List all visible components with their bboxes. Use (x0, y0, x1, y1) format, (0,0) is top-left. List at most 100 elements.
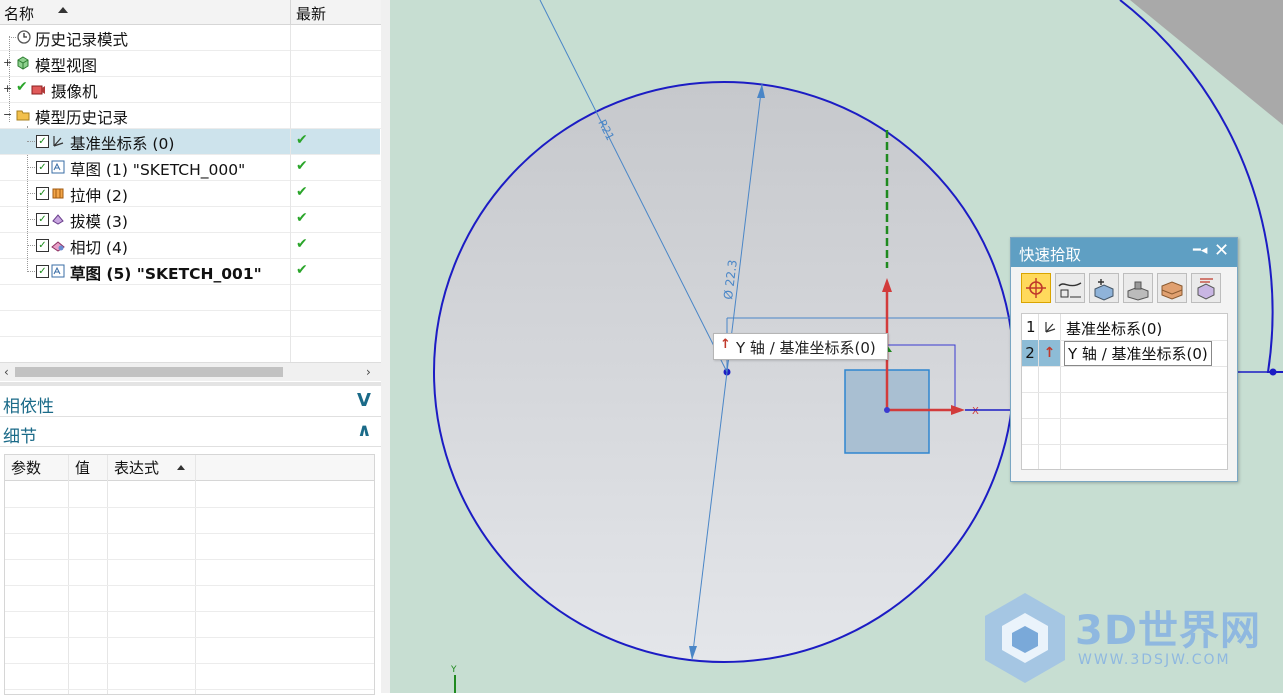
component-filter-icon (1197, 278, 1215, 300)
scroll-right-icon[interactable]: › (366, 365, 371, 379)
tree-guide (27, 141, 35, 142)
filter-feature-button[interactable] (1157, 273, 1187, 303)
column-divider[interactable] (290, 0, 291, 24)
details-section-header[interactable]: 细节 ∧ (0, 418, 381, 447)
folder-open-icon (16, 110, 30, 121)
model-face[interactable] (1130, 0, 1283, 125)
visibility-checkbox[interactable]: ✓ (36, 265, 49, 278)
table-row (5, 585, 374, 612)
tree-guide (27, 245, 35, 246)
table-row (5, 533, 374, 560)
column-header-name[interactable]: 名称 (4, 3, 34, 24)
extrude-icon (52, 188, 64, 199)
camera-icon (31, 85, 45, 95)
visibility-checkbox[interactable]: ✓ (36, 213, 49, 226)
body-filter-icon (1094, 279, 1114, 301)
face-filter-icon (1127, 281, 1149, 301)
tree-node-history-mode[interactable]: 历史记录模式 (0, 25, 381, 51)
table-row (5, 637, 374, 664)
column-header-blank (196, 455, 374, 481)
tree-empty-row (0, 311, 381, 337)
column-divider (290, 311, 291, 337)
expand-icon[interactable]: + (3, 57, 12, 68)
tree-node-label: 模型视图 (35, 57, 98, 75)
tree-node-extrude[interactable]: ✓ 拉伸 (2) ✔ (0, 181, 381, 207)
draft-icon (52, 214, 64, 225)
curve-filter-icon (1058, 282, 1082, 298)
tree-empty-row (0, 337, 381, 363)
column-divider (290, 233, 291, 259)
tree-node-label: 拔模 (3) (70, 213, 128, 231)
tree-node-label: 拉伸 (2) (70, 187, 128, 205)
horizontal-scrollbar[interactable]: ‹ › (0, 362, 381, 381)
sort-ascending-icon[interactable] (177, 465, 185, 470)
expand-icon[interactable]: + (3, 83, 12, 94)
filter-face-button[interactable] (1123, 273, 1153, 303)
latest-check-icon: ✔ (296, 184, 308, 200)
list-item-empty (1022, 418, 1227, 445)
column-divider (290, 337, 291, 363)
dialog-titlebar[interactable]: 快速拾取 ━◂ ✕ (1011, 238, 1237, 267)
filter-component-button[interactable] (1191, 273, 1221, 303)
column-divider (290, 51, 291, 77)
tree-node-label: 历史记录模式 (35, 31, 129, 49)
dependencies-title: 相依性 (3, 397, 54, 417)
tree-node-sketch-000[interactable]: ✓ 草图 (1) "SKETCH_000" ✔ (0, 155, 381, 181)
tree-node-model-history[interactable]: − 模型历史记录 (0, 103, 381, 129)
latest-check-icon: ✔ (296, 210, 308, 226)
visibility-checkbox[interactable]: ✓ (36, 135, 49, 148)
tree-node-cameras[interactable]: + ✔ 摄像机 (0, 77, 381, 103)
pin-icon[interactable]: ━◂ (1193, 243, 1207, 258)
collapse-icon[interactable]: − (3, 109, 12, 120)
triad-y-label: Y (450, 665, 457, 675)
latest-check-icon: ✔ (296, 236, 308, 252)
filter-curve-button[interactable] (1055, 273, 1085, 303)
latest-check-icon: ✔ (296, 132, 308, 148)
x-axis-label: X (972, 406, 979, 417)
table-row (5, 481, 374, 508)
model-view-icon (17, 56, 29, 70)
y-axis-icon: ↑ (1039, 340, 1060, 366)
column-divider (290, 103, 291, 129)
tree-node-label: 草图 (5) "SKETCH_001" (70, 265, 262, 283)
list-item[interactable]: 1 基准坐标系(0) (1022, 314, 1227, 341)
scrollbar-thumb[interactable] (15, 367, 283, 377)
table-row (5, 559, 374, 586)
scroll-left-icon[interactable]: ‹ (4, 365, 9, 379)
watermark: 3D世界网 WWW.3DSJW.COM (980, 588, 1280, 688)
column-header-latest[interactable]: 最新 (296, 3, 326, 24)
list-item-selected[interactable]: 2 ↑ Y 轴 / 基准坐标系(0) (1022, 340, 1227, 367)
tree-node-draft[interactable]: ✓ 拔模 (3) ✔ (0, 207, 381, 233)
chevron-down-icon[interactable]: V (357, 390, 371, 411)
resource-bar-separator[interactable] (381, 0, 390, 693)
visibility-checkbox[interactable]: ✓ (36, 187, 49, 200)
sort-ascending-icon[interactable] (58, 7, 68, 13)
list-item-empty (1022, 366, 1227, 393)
visibility-checkbox[interactable]: ✓ (36, 239, 49, 252)
tree-node-label: 基准坐标系 (0) (70, 135, 175, 153)
tree-node-model-views[interactable]: + 模型视图 (0, 51, 381, 77)
tree-node-tangent[interactable]: ✓ 相切 (4) ✔ (0, 233, 381, 259)
list-item-label: Y 轴 / 基准坐标系(0) (1064, 341, 1212, 366)
chevron-up-icon[interactable]: ∧ (357, 420, 372, 441)
column-header-value[interactable]: 值 (69, 455, 108, 481)
filter-all-button[interactable] (1021, 273, 1051, 303)
column-header-parameter[interactable]: 参数 (5, 455, 69, 481)
watermark-url: WWW.3DSJW.COM (1078, 652, 1231, 668)
visibility-checkbox[interactable]: ✓ (36, 161, 49, 174)
column-divider (290, 259, 291, 285)
list-item-number: 2 (1022, 340, 1038, 366)
datum-csys-icon (53, 136, 64, 147)
feature-filter-icon (1161, 281, 1183, 300)
csys-origin-point[interactable] (884, 407, 890, 413)
tree-node-label: 模型历史记录 (35, 109, 129, 127)
panel-splitter[interactable] (0, 382, 381, 386)
close-icon[interactable]: ✕ (1214, 240, 1229, 261)
tree-node-sketch-001[interactable]: ✓ 草图 (5) "SKETCH_001" ✔ (0, 259, 381, 285)
part-navigator: 名称 最新 历史记录模式 + 模型视图 + ✔ 摄像机 − 模型历史记录 ✓ 基… (0, 0, 382, 695)
visible-check-icon: ✔ (16, 79, 28, 95)
column-divider (290, 77, 291, 103)
filter-body-button[interactable] (1089, 273, 1119, 303)
dependencies-section-header[interactable]: 相依性 V (0, 388, 381, 417)
tree-node-datum-csys[interactable]: ✓ 基准坐标系 (0) ✔ (0, 129, 380, 155)
